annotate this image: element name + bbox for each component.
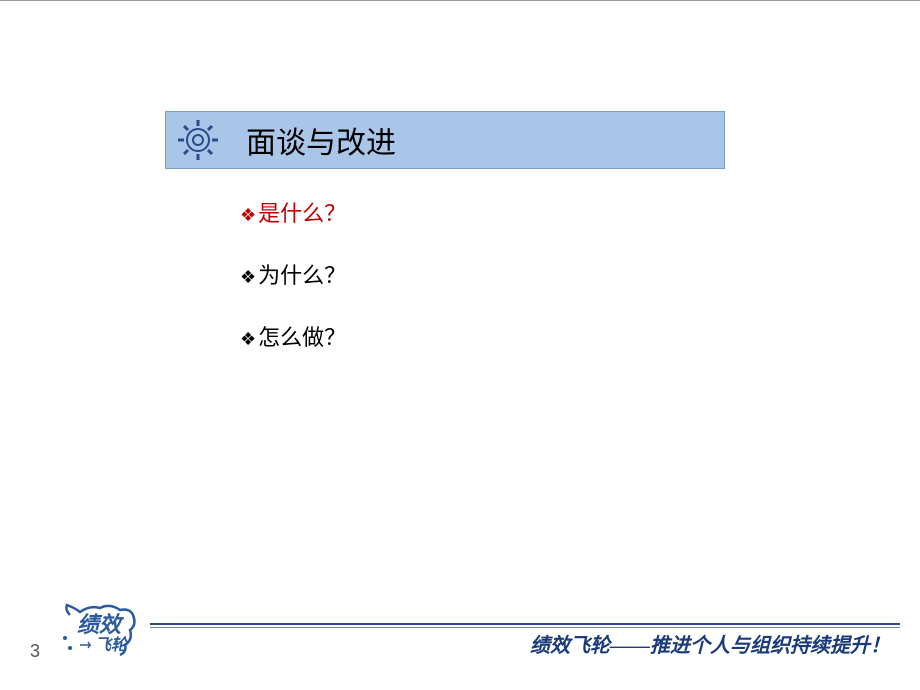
bullet-marker-icon: ❖	[240, 329, 256, 349]
footer-divider-thin	[150, 627, 900, 628]
svg-text:飞轮: 飞轮	[95, 636, 129, 654]
bullet-marker-icon: ❖	[240, 205, 256, 225]
slide-container: 面谈与改进 ❖是什么？ ❖为什么？ ❖怎么做？ 绩效 飞轮 3 绩效飞轮——推进…	[0, 0, 920, 690]
bullet-list: ❖是什么？ ❖为什么？ ❖怎么做？	[240, 196, 346, 382]
bullet-marker-icon: ❖	[240, 267, 256, 287]
bullet-item: ❖是什么？	[240, 196, 346, 228]
bullet-text: 怎么做？	[258, 325, 346, 350]
page-number: 3	[30, 641, 40, 662]
title-bar: 面谈与改进	[165, 111, 725, 169]
bullet-text: 是什么？	[258, 201, 346, 226]
footer-text: 绩效飞轮——推进个人与组织持续提升！	[530, 629, 890, 658]
gear-icon	[178, 120, 218, 160]
slide-title: 面谈与改进	[246, 118, 396, 162]
footer-divider	[150, 623, 900, 625]
svg-text:绩效: 绩效	[77, 612, 125, 637]
bullet-item: ❖为什么？	[240, 258, 346, 290]
bullet-item: ❖怎么做？	[240, 320, 346, 352]
footer-logo: 绩效 飞轮	[55, 600, 145, 660]
bullet-text: 为什么？	[258, 263, 346, 288]
